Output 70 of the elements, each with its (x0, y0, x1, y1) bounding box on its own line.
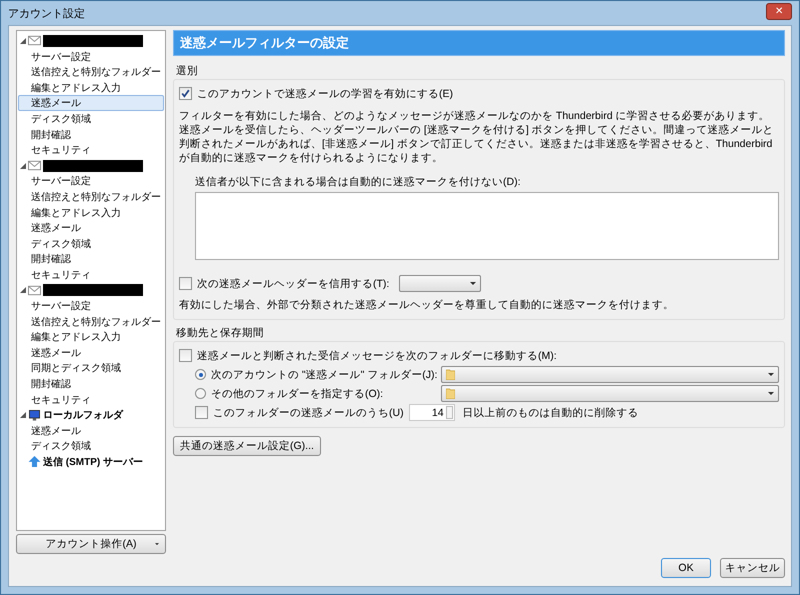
checkbox-label: このフォルダーの迷惑メールのうち(U) (213, 406, 404, 420)
window-title: アカウント設定 (8, 6, 85, 20)
caret-icon (768, 392, 774, 396)
page-header: 迷惑メールフィルターの設定 (173, 30, 785, 56)
group-label: 移動先と保存期間 (176, 326, 265, 340)
tree-item[interactable]: セキュリティ (18, 392, 164, 408)
checkbox[interactable] (179, 277, 192, 290)
tree-item[interactable]: 迷惑メール (18, 95, 164, 111)
tree-item[interactable]: セキュリティ (18, 266, 164, 282)
tree-item[interactable]: 開封確認 (18, 126, 164, 142)
address-book-list[interactable] (195, 192, 779, 260)
caret-icon (768, 372, 774, 376)
tree-item[interactable]: ディスク領域 (18, 110, 164, 127)
envelope-icon (28, 160, 41, 172)
close-button[interactable]: ✕ (766, 2, 792, 20)
tree-item[interactable]: サーバー設定 (18, 173, 164, 189)
tree-item[interactable]: 編集とアドレス入力 (18, 329, 164, 345)
tree-item[interactable]: 開封確認 (18, 251, 164, 267)
account-actions-button[interactable]: アカウント操作(A) (16, 534, 166, 554)
note-text: 有効にした場合、外部で分類された迷惑メールヘッダーを尊重して自動的に迷惑マークを付けます。 (179, 298, 675, 312)
envelope-icon (28, 35, 41, 46)
expander-icon[interactable] (20, 38, 26, 44)
radio-label: その他のフォルダーを指定する(O): (211, 386, 384, 400)
tree-item[interactable]: サーバー設定 (18, 48, 164, 64)
checkbox-label: 迷惑メールと判断された受信メッセージを次のフォルダーに移動する(M): (197, 348, 557, 362)
tree-item[interactable]: 送信控えと特別なフォルダー (18, 314, 164, 330)
tree-item[interactable]: 送信控えと特別なフォルダー (18, 188, 164, 205)
group-label: 選別 (176, 64, 199, 78)
tree-item[interactable]: ディスク領域 (18, 438, 164, 454)
folder-icon (446, 369, 455, 380)
tree-item[interactable]: 開封確認 (18, 376, 164, 392)
envelope-icon (28, 284, 41, 296)
tree-item[interactable]: 迷惑メール (18, 344, 164, 360)
tree-item[interactable]: 迷惑メール (18, 422, 164, 438)
tree-item[interactable]: ローカルフォルダ (43, 408, 123, 422)
caret-icon (470, 282, 476, 286)
tree-item[interactable]: 同期とディスク領域 (18, 360, 164, 376)
tree-item[interactable]: サーバー設定 (18, 298, 164, 314)
expander-icon[interactable] (20, 287, 26, 294)
folder-icon (446, 388, 455, 399)
expander-icon[interactable] (20, 162, 26, 169)
global-settings-button[interactable]: 共通の迷惑メール設定(G)... (173, 436, 321, 456)
whitelist-label: 送信者が以下に含まれる場合は自動的に迷惑マークを付けない(D): (195, 175, 522, 189)
dialog-button[interactable]: キャンセル (720, 558, 785, 578)
days-label: 日以上前のものは自動的に削除する (462, 406, 639, 420)
tree-item[interactable]: 送信 (SMTP) サーバー (43, 454, 143, 469)
checkbox[interactable] (179, 87, 192, 100)
checkbox[interactable] (195, 406, 208, 419)
checkbox-label: 次の迷惑メールヘッダーを信用する(T): (197, 276, 390, 290)
radio-label: 次のアカウントの "迷惑メール" フォルダー(J): (211, 368, 436, 382)
tree-item[interactable]: 迷惑メール (18, 220, 164, 236)
dialog-button[interactable]: OK (661, 558, 711, 578)
radio-button[interactable] (195, 369, 206, 380)
radio-button[interactable] (195, 388, 206, 399)
tree-item[interactable]: 編集とアドレス入力 (18, 204, 164, 220)
tree-item[interactable]: ディスク領域 (18, 236, 164, 252)
upload-arrow-icon (28, 456, 41, 468)
header-dropdown[interactable] (399, 275, 482, 292)
checkbox[interactable] (179, 349, 192, 362)
folder-dropdown[interactable] (441, 385, 779, 402)
expander-icon[interactable] (20, 412, 26, 418)
computer-icon (28, 410, 41, 421)
folder-dropdown[interactable] (441, 366, 779, 383)
caret-icon (155, 543, 159, 546)
tree-item[interactable]: 送信控えと特別なフォルダー (18, 64, 164, 80)
description-text: フィルターを有効にした場合、どのようなメッセージが迷惑メールなのかを Thunderbird に学習させる必要があります。迷惑メールを受信したら、ヘッダーツールバーの [迷惑マークを付ける] ボタンを押してください。間違って迷惑メールと判断されたメールがあれば、[非迷惑メール] ボタンで訂正してください。迷惑または非迷惑を学習させると、Thunderbird が自動的に迷惑マークを付けられるようになります。 (179, 109, 775, 165)
days-spinner[interactable]: 14 (408, 404, 455, 421)
tree-item[interactable]: 編集とアドレス入力 (18, 80, 164, 96)
checkbox-label: このアカウントで迷惑メールの学習を有効にする(E) (197, 86, 453, 100)
tree-item[interactable]: セキュリティ (18, 142, 164, 158)
